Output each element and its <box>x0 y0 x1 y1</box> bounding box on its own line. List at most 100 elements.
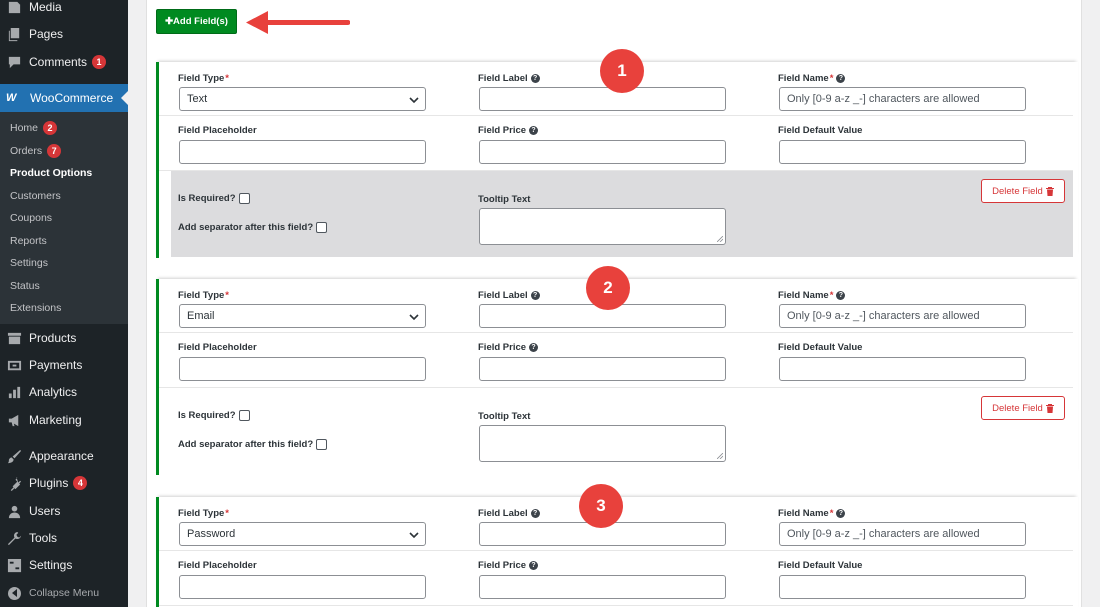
woocommerce-submenu: Home 2 Orders 7 Product Options Customer… <box>0 112 128 324</box>
submenu-label: Orders <box>10 145 43 157</box>
archive-icon <box>7 331 22 346</box>
sidebar-item-plugins[interactable]: Plugins 4 <box>0 470 128 496</box>
sidebar-item-analytics[interactable]: Analytics <box>0 379 128 405</box>
step-number-badge: 1 <box>600 49 644 93</box>
wrench-icon <box>7 531 22 546</box>
sidebar-item-settings[interactable]: Settings <box>0 552 128 578</box>
field-default-input[interactable] <box>779 575 1026 599</box>
admin-sidebar: Media Pages Comments 1 W WooCommerce Hom… <box>0 0 128 607</box>
separator-checkbox[interactable] <box>316 222 328 233</box>
field-price-label: Field Price? <box>478 342 539 353</box>
field-block: Field Type * Password Field Label? Field … <box>156 484 1078 607</box>
field-type-select[interactable]: Text <box>179 87 426 111</box>
submenu-item-status[interactable]: Status <box>10 278 40 294</box>
field-placeholder-input[interactable] <box>179 575 426 599</box>
submenu-item-extensions[interactable]: Extensions <box>10 300 61 316</box>
is-required-checkbox[interactable] <box>238 193 250 204</box>
paintbrush-icon <box>7 449 22 464</box>
is-required-checkbox[interactable] <box>238 410 250 421</box>
help-icon: ? <box>530 509 540 518</box>
chevron-down-icon <box>409 312 419 322</box>
callout-arrow-icon <box>246 11 350 34</box>
add-fields-button[interactable]: ✚ Add Field(s) <box>156 9 237 34</box>
field-price-input[interactable] <box>479 575 726 599</box>
plus-icon: ✚ <box>165 16 174 27</box>
field-name-label: Field Name *? <box>778 73 846 84</box>
sidebar-item-label: Analytics <box>29 385 78 399</box>
sidebar-item-products[interactable]: Products <box>0 325 128 351</box>
comments-count-badge: 1 <box>92 55 107 69</box>
field-type-select[interactable]: Email <box>179 304 426 328</box>
step-number-badge: 3 <box>579 484 623 528</box>
delete-field-button[interactable]: Delete Field <box>981 396 1065 420</box>
submenu-item-orders[interactable]: Orders 7 <box>10 143 62 159</box>
field-price-label: Field Price? <box>478 560 539 571</box>
is-required-label: Is Required? <box>178 193 250 204</box>
submenu-item-reports[interactable]: Reports <box>10 233 47 249</box>
chevron-down-icon <box>409 95 419 105</box>
media-icon <box>7 0 22 15</box>
resize-grip-icon[interactable] <box>717 236 723 242</box>
separator-label: Add separator after this field? <box>178 439 328 450</box>
submenu-item-settings[interactable]: Settings <box>10 255 48 271</box>
field-price-input[interactable] <box>479 140 726 164</box>
field-name-input[interactable] <box>779 522 1026 546</box>
submenu-item-product-options[interactable]: Product Options <box>10 165 92 181</box>
field-label-input[interactable] <box>479 87 726 111</box>
field-label-label: Field Label? <box>478 290 540 301</box>
field-name-input[interactable] <box>779 304 1026 328</box>
submenu-item-coupons[interactable]: Coupons <box>10 210 52 226</box>
sidebar-item-users[interactable]: Users <box>0 498 128 524</box>
sidebar-item-tools[interactable]: Tools <box>0 525 128 551</box>
field-options-zone: Is Required? Add separator after this fi… <box>171 171 1073 257</box>
sidebar-item-label: Marketing <box>29 413 82 427</box>
tooltip-textarea[interactable] <box>479 208 726 245</box>
sidebar-item-comments[interactable]: Comments 1 <box>0 49 128 75</box>
resize-grip-icon[interactable] <box>717 453 723 459</box>
sidebar-item-payments[interactable]: Payments <box>0 352 128 378</box>
sidebar-item-pages[interactable]: Pages <box>0 21 128 47</box>
field-type-value: Text <box>187 93 208 105</box>
submenu-label: Product Options <box>10 167 93 179</box>
delete-field-button[interactable]: Delete Field <box>981 179 1065 203</box>
woocommerce-logo-icon: W <box>6 92 17 104</box>
field-default-input[interactable] <box>779 357 1026 381</box>
submenu-item-home[interactable]: Home 2 <box>10 120 58 136</box>
collapse-menu-button[interactable]: Collapse Menu <box>0 584 128 602</box>
submenu-item-customers[interactable]: Customers <box>10 188 61 204</box>
field-placeholder-label: Field Placeholder <box>178 560 257 571</box>
sidebar-item-label: Products <box>29 331 77 345</box>
separator-checkbox[interactable] <box>316 439 328 450</box>
sidebar-item-label: WooCommerce <box>30 91 114 105</box>
field-name-input[interactable] <box>779 87 1026 111</box>
submenu-label: Extensions <box>10 302 62 314</box>
field-block: Field Type * Email Field Label? Field Nam… <box>156 266 1078 475</box>
field-block: Field Type * Text Field Label? Field Name… <box>156 49 1078 258</box>
field-placeholder-input[interactable] <box>179 140 426 164</box>
field-placeholder-input[interactable] <box>179 357 426 381</box>
field-row-secondary: Field Placeholder Field Price? Field Def… <box>159 116 1073 171</box>
collapse-menu-label: Collapse Menu <box>29 587 100 599</box>
field-row-secondary: Field Placeholder Field Price? Field Def… <box>159 551 1073 606</box>
submenu-label: Home <box>10 122 39 134</box>
plugin-icon <box>7 476 22 491</box>
field-type-label: Field Type * <box>178 508 229 519</box>
sidebar-item-marketing[interactable]: Marketing <box>0 407 128 433</box>
tooltip-textarea[interactable] <box>479 425 726 462</box>
help-icon: ? <box>529 343 539 352</box>
field-default-input[interactable] <box>779 140 1026 164</box>
sidebar-item-woocommerce[interactable]: W WooCommerce <box>0 84 128 112</box>
sidebar-item-appearance[interactable]: Appearance <box>0 443 128 469</box>
delete-field-label: Delete Field <box>992 402 1043 414</box>
field-default-label: Field Default Value <box>778 342 863 353</box>
field-price-input[interactable] <box>479 357 726 381</box>
field-type-label: Field Type * <box>178 290 229 301</box>
orders-count-badge: 7 <box>47 144 62 158</box>
field-label-label: Field Label? <box>478 73 540 84</box>
sidebar-item-label: Plugins <box>29 476 69 490</box>
sidebar-item-media[interactable]: Media <box>0 0 128 20</box>
help-icon: ? <box>836 74 846 83</box>
help-icon: ? <box>529 561 539 570</box>
settings-icon <box>7 558 22 573</box>
field-type-select[interactable]: Password <box>179 522 426 546</box>
